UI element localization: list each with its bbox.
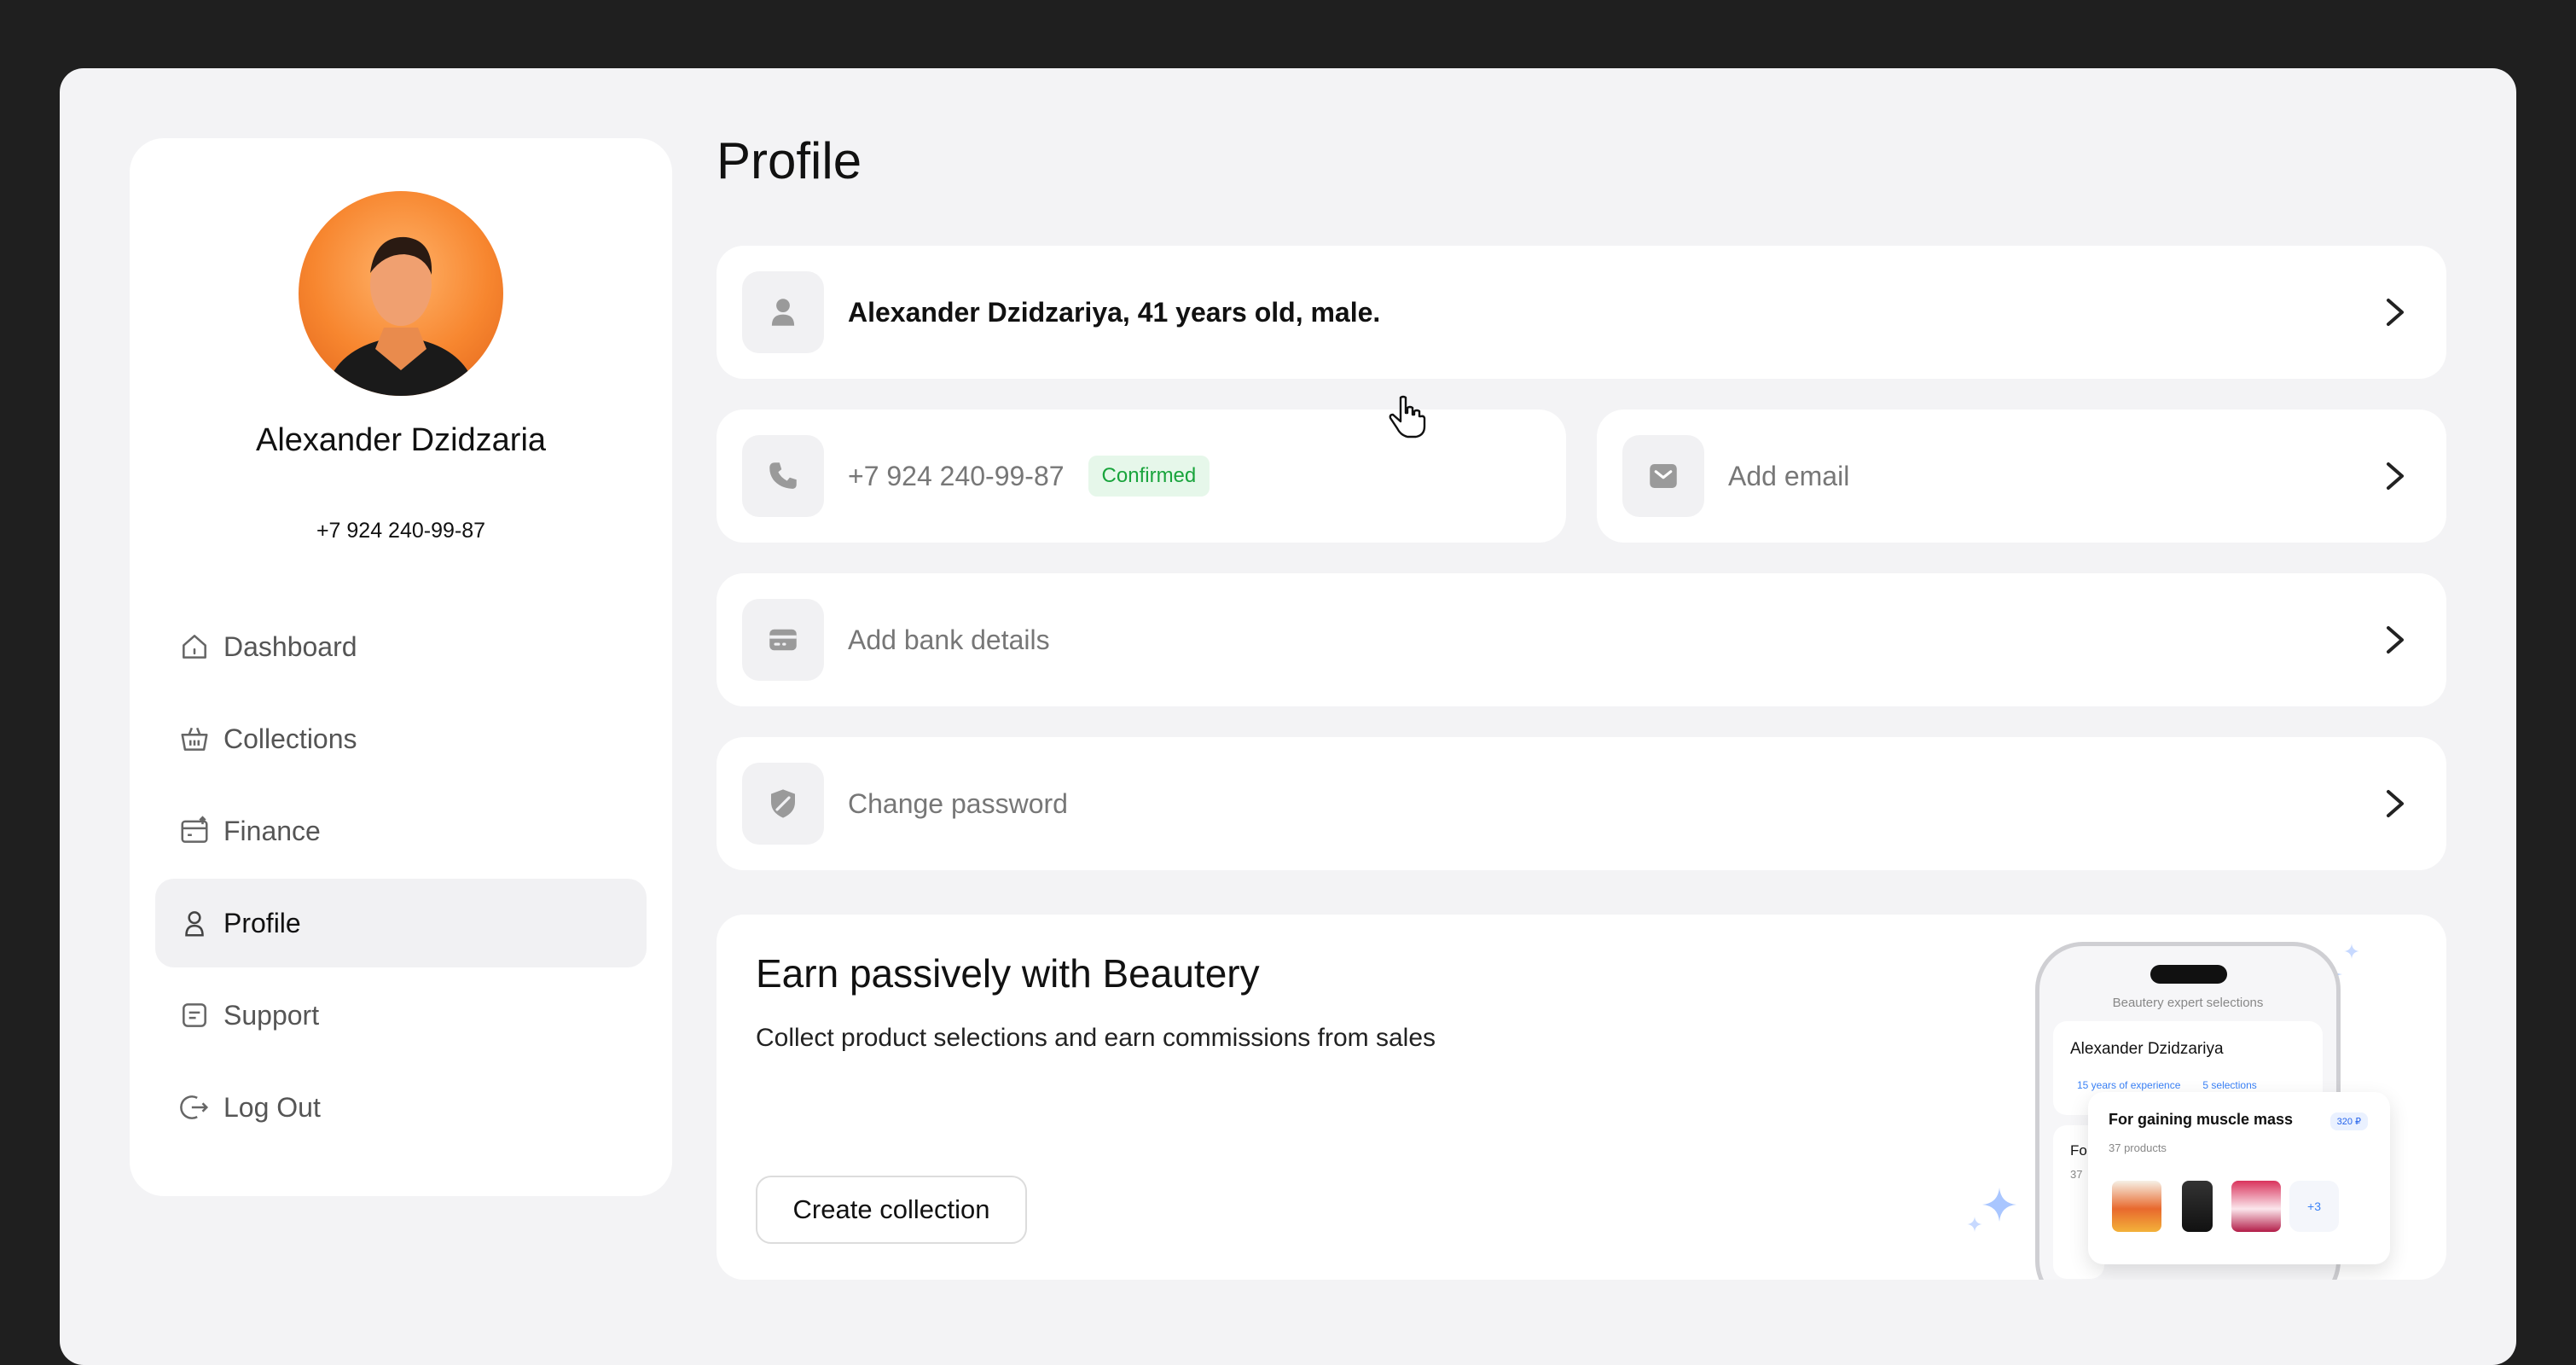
basket-icon xyxy=(176,720,213,758)
nav-label: Support xyxy=(223,999,320,1031)
support-icon xyxy=(176,996,213,1034)
product-thumbnail xyxy=(2231,1181,2281,1232)
selections-tag: 5 selections xyxy=(2202,1079,2257,1091)
nav-item-logout[interactable]: Log Out xyxy=(155,1063,647,1152)
change-password-row[interactable]: Change password xyxy=(717,737,2446,870)
sidebar-nav: Dashboard Collections Finance Profile Su… xyxy=(155,602,647,1155)
app-window: Alexander Dzidzaria +7 924 240-99-87 Das… xyxy=(60,68,2516,1365)
sparkle-icon xyxy=(1982,1188,2016,1222)
home-icon xyxy=(176,628,213,665)
add-email-label: Add email xyxy=(1728,460,1850,491)
user-icon xyxy=(176,904,213,942)
create-collection-button[interactable]: Create collection xyxy=(756,1176,1027,1244)
expert-name: Alexander Dzidzariya xyxy=(2070,1040,2224,1058)
personal-info-text: Alexander Dzidzariya, 41 years old, male… xyxy=(848,296,1381,328)
collection-card-title: For gaining muscle mass xyxy=(2109,1111,2294,1128)
add-bank-details-label: Add bank details xyxy=(848,624,1050,655)
sparkle-icon xyxy=(2344,944,2359,959)
user-phone: +7 924 240-99-87 xyxy=(316,519,486,543)
phone-notch xyxy=(2150,965,2227,984)
partial-card-sub: 37 xyxy=(2070,1168,2083,1181)
confirmed-badge: Confirmed xyxy=(1088,456,1210,497)
sparkle-icon xyxy=(1967,1217,1982,1232)
mail-icon xyxy=(1622,435,1704,517)
user-name: Alexander Dzidzaria xyxy=(255,422,547,458)
nav-label: Finance xyxy=(223,815,321,846)
nav-label: Profile xyxy=(223,907,301,938)
logout-icon xyxy=(176,1089,213,1126)
add-bank-details-row[interactable]: Add bank details xyxy=(717,573,2446,706)
finance-icon xyxy=(176,812,213,850)
product-thumbnail xyxy=(2112,1181,2161,1232)
nav-label: Collections xyxy=(223,723,357,754)
nav-item-dashboard[interactable]: Dashboard xyxy=(155,602,647,691)
promo-banner: Earn passively with Beautery Collect pro… xyxy=(717,915,2446,1280)
nav-label: Log Out xyxy=(223,1091,321,1123)
promo-subtitle: Collect product selections and earn comm… xyxy=(756,1024,1436,1052)
nav-item-support[interactable]: Support xyxy=(155,971,647,1060)
sidebar: Alexander Dzidzaria +7 924 240-99-87 Das… xyxy=(130,138,672,1196)
page-title: Profile xyxy=(717,132,862,189)
phone-row[interactable]: +7 924 240-99-87 Confirmed xyxy=(717,410,1566,543)
chevron-right-icon xyxy=(2387,790,2404,817)
collection-card-illustration: For gaining muscle mass 37 products 320 … xyxy=(2088,1092,2390,1264)
promo-title: Earn passively with Beautery xyxy=(756,951,1260,996)
phone-value: +7 924 240-99-87 xyxy=(848,460,1065,491)
add-email-row[interactable]: Add email xyxy=(1597,410,2446,543)
product-thumbnail xyxy=(2182,1181,2213,1232)
expert-tags: 15 years of experience 5 selections xyxy=(2077,1079,2257,1091)
experience-tag: 15 years of experience xyxy=(2077,1079,2181,1091)
change-password-label: Change password xyxy=(848,787,1068,819)
phone-icon xyxy=(742,435,824,517)
card-icon xyxy=(742,599,824,681)
phone-caption: Beautery expert selections xyxy=(2112,996,2264,1010)
nav-label: Dashboard xyxy=(223,630,357,662)
nav-item-collections[interactable]: Collections xyxy=(155,694,647,783)
user-icon xyxy=(742,271,824,353)
hand-cursor-icon xyxy=(1389,395,1426,439)
avatar[interactable] xyxy=(299,191,503,396)
personal-info-row[interactable]: Alexander Dzidzariya, 41 years old, male… xyxy=(717,246,2446,379)
chevron-right-icon xyxy=(2387,462,2404,490)
nav-item-finance[interactable]: Finance xyxy=(155,787,647,875)
chevron-right-icon xyxy=(2387,626,2404,653)
nav-item-profile[interactable]: Profile xyxy=(155,879,647,967)
more-products-badge: +3 xyxy=(2289,1181,2339,1232)
shield-icon xyxy=(742,763,824,845)
chevron-right-icon xyxy=(2387,299,2404,326)
collection-card-count: 37 products xyxy=(2109,1141,2167,1154)
collection-card-price: 320 ₽ xyxy=(2329,1112,2368,1130)
